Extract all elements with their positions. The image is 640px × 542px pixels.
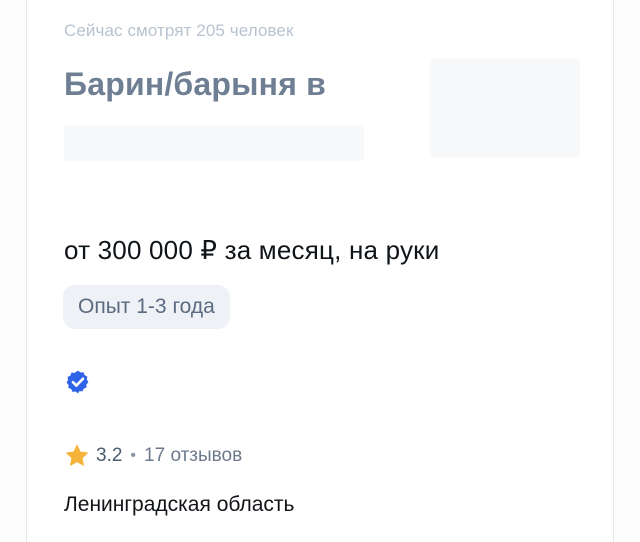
blurred-area (64, 125, 364, 161)
viewers-count: Сейчас смотрят 205 человек (64, 21, 294, 40)
separator-dot: • (130, 447, 137, 464)
blurred-area (430, 58, 580, 158)
rating-value: 3.2 (96, 445, 123, 466)
salary: от 300 000 ₽ за месяц, на руки (64, 235, 440, 265)
employer-rating[interactable]: 3.2 • 17 отзывов (64, 442, 242, 470)
region: Ленинградская область (64, 493, 295, 516)
vacancy-title[interactable]: Барин/барыня в (64, 66, 326, 103)
reviews-link[interactable]: 17 отзывов (144, 445, 242, 467)
star-icon (66, 444, 88, 466)
verified-check-icon (66, 370, 89, 394)
vacancy-page: Сейчас смотрят 205 человек Барин/барыня … (0, 0, 640, 542)
experience-badge: Опыт 1-3 года (63, 285, 230, 329)
